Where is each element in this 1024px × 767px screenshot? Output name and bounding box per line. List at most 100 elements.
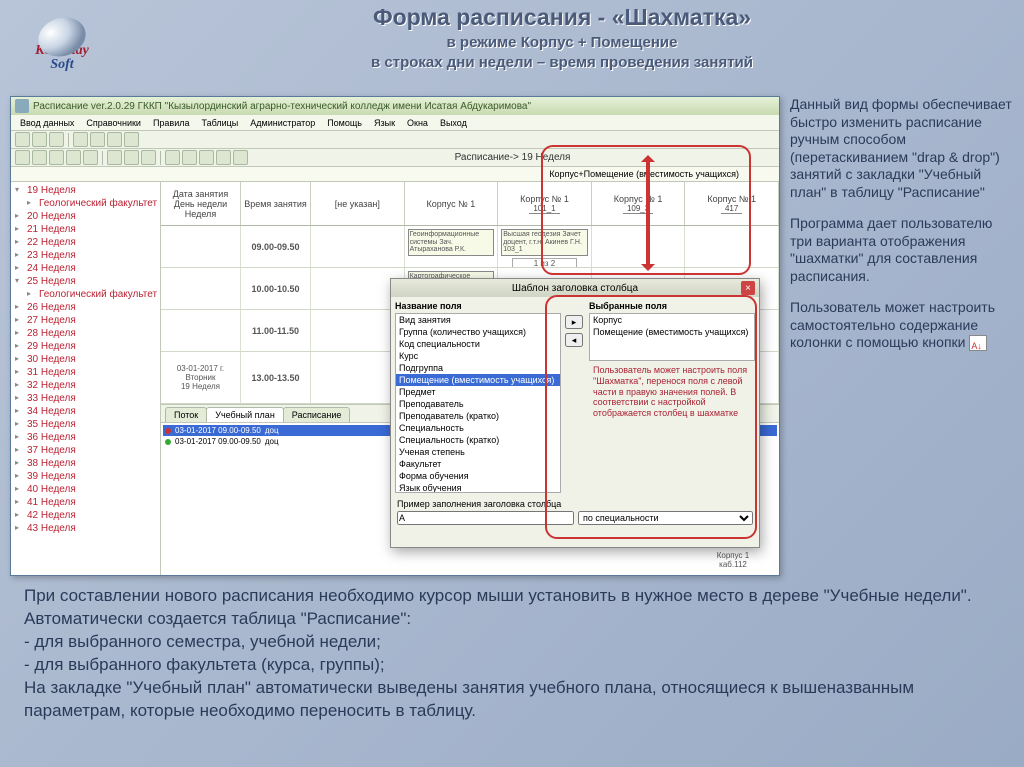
toolbar-button[interactable] [124, 132, 139, 147]
tree-item[interactable]: 34 Неделя [13, 405, 158, 418]
logo-text-2: Soft [50, 58, 73, 72]
tree-item[interactable]: 19 Неделя [13, 184, 158, 197]
schedule-cell[interactable]: Высшая геодезия Зачет доцент, г.т.н. Аки… [498, 226, 592, 267]
menu-item[interactable]: Администратор [245, 118, 320, 128]
field-option[interactable]: Подгруппа [396, 362, 560, 374]
tree-item[interactable]: 36 Неделя [13, 431, 158, 444]
menu-item[interactable]: Правила [148, 118, 195, 128]
toolbar-button[interactable] [66, 150, 81, 165]
toolbar-button[interactable] [124, 150, 139, 165]
selected-field[interactable]: Помещение (вместимость учащихся) [590, 326, 754, 338]
column-template-dialog: Шаблон заголовка столбца × Название поля… [390, 278, 760, 548]
tree-item[interactable]: 41 Неделя [13, 496, 158, 509]
field-option[interactable]: Предмет [396, 386, 560, 398]
room-column-header[interactable]: Корпус № 1 [405, 182, 499, 225]
toolbar-button[interactable] [49, 132, 64, 147]
tree-item[interactable]: 20 Неделя [13, 210, 158, 223]
field-option[interactable]: Помещение (вместимость учащихся) [396, 374, 560, 386]
tree-item[interactable]: Геологический факультет [13, 197, 158, 210]
field-option[interactable]: Язык обучения [396, 482, 560, 493]
toolbar-button[interactable] [90, 132, 105, 147]
field-option[interactable]: Код специальности [396, 338, 560, 350]
tree-item[interactable]: 29 Неделя [13, 340, 158, 353]
field-option[interactable]: Курс [396, 350, 560, 362]
room-column-header[interactable]: Корпус № 1109_3 [592, 182, 686, 225]
tab[interactable]: Учебный план [206, 407, 284, 422]
tree-item[interactable]: 27 Неделя [13, 314, 158, 327]
tree-item[interactable]: 43 Неделя [13, 522, 158, 535]
toolbar-button[interactable] [165, 150, 180, 165]
titlebar: Расписание ver.2.0.29 ГККП "Кызылординск… [11, 97, 779, 115]
field-option[interactable]: Специальность [396, 422, 560, 434]
toolbar-button[interactable] [15, 150, 30, 165]
field-option[interactable]: Преподаватель (кратко) [396, 410, 560, 422]
menu-item[interactable]: Язык [369, 118, 400, 128]
toolbar-button[interactable] [233, 150, 248, 165]
tree-item[interactable]: 30 Неделя [13, 353, 158, 366]
tree-item[interactable]: 42 Неделя [13, 509, 158, 522]
move-left-button[interactable]: ◂ [565, 333, 583, 347]
config-column-icon [969, 335, 987, 351]
sample-select[interactable]: по специальности [578, 511, 753, 525]
menu-item[interactable]: Выход [435, 118, 472, 128]
slide-title: Форма расписания - «Шахматка» [120, 4, 1004, 32]
tree-item[interactable]: 22 Неделя [13, 236, 158, 249]
sample-input[interactable] [397, 511, 574, 525]
field-option[interactable]: Форма обучения [396, 470, 560, 482]
menu-item[interactable]: Помощь [322, 118, 367, 128]
tree-item[interactable]: Геологический факультет [13, 288, 158, 301]
tree-item[interactable]: 39 Неделя [13, 470, 158, 483]
tab[interactable]: Расписание [283, 407, 351, 422]
tree-item[interactable]: 31 Неделя [13, 366, 158, 379]
menu-item[interactable]: Ввод данных [15, 118, 79, 128]
field-option[interactable]: Группа (количество учащихся) [396, 326, 560, 338]
tree-item[interactable]: 21 Неделя [13, 223, 158, 236]
move-right-button[interactable]: ▸ [565, 315, 583, 329]
schedule-cell[interactable] [592, 226, 686, 267]
toolbar-button[interactable] [107, 150, 122, 165]
menu-item[interactable]: Таблицы [197, 118, 244, 128]
tree-item[interactable]: 23 Неделя [13, 249, 158, 262]
toolbar-button[interactable] [182, 150, 197, 165]
toolbar-button[interactable] [49, 150, 64, 165]
tree-item[interactable]: 37 Неделя [13, 444, 158, 457]
room-column-header[interactable]: Корпус № 1101_1 [498, 182, 592, 225]
tree-item[interactable]: 28 Неделя [13, 327, 158, 340]
menu-item[interactable]: Окна [402, 118, 433, 128]
room-column-header[interactable]: [не указан] [311, 182, 405, 225]
toolbar-button[interactable] [199, 150, 214, 165]
tree-item[interactable]: 25 Неделя [13, 275, 158, 288]
tree-item[interactable]: 40 Неделя [13, 483, 158, 496]
tree-item[interactable]: 33 Неделя [13, 392, 158, 405]
weeks-tree[interactable]: 19 НеделяГеологический факультет20 Недел… [11, 182, 161, 575]
tree-item[interactable]: 35 Неделя [13, 418, 158, 431]
field-option[interactable]: Специальность (кратко) [396, 434, 560, 446]
menu-item[interactable]: Справочники [81, 118, 146, 128]
toolbar-button[interactable] [107, 132, 122, 147]
tab[interactable]: Поток [165, 407, 207, 422]
menubar: Ввод данныхСправочникиПравилаТаблицыАдми… [11, 115, 779, 131]
field-option[interactable]: Факультет [396, 458, 560, 470]
schedule-cell[interactable] [311, 226, 405, 267]
close-icon[interactable]: × [741, 281, 755, 295]
tree-item[interactable]: 38 Неделя [13, 457, 158, 470]
toolbar-button[interactable] [32, 150, 47, 165]
toolbar-button[interactable] [73, 132, 88, 147]
toolbar-button[interactable] [141, 150, 156, 165]
toolbar-button[interactable] [15, 132, 30, 147]
field-option[interactable]: Ученая степень [396, 446, 560, 458]
field-option[interactable]: Преподаватель [396, 398, 560, 410]
selected-field[interactable]: Корпус [590, 314, 754, 326]
field-option[interactable]: Вид занятия [396, 314, 560, 326]
room-column-header[interactable]: Корпус № 1417 [685, 182, 779, 225]
tree-item[interactable]: 24 Неделя [13, 262, 158, 275]
schedule-cell[interactable]: Геоинформационные системы Зач. Атырахано… [405, 226, 499, 267]
selected-fields-list[interactable]: КорпусПомещение (вместимость учащихся) [589, 313, 755, 361]
toolbar-button[interactable] [32, 132, 47, 147]
toolbar-button[interactable] [216, 150, 231, 165]
available-fields-list[interactable]: Вид занятияГруппа (количество учащихся)К… [395, 313, 561, 493]
toolbar-button[interactable] [83, 150, 98, 165]
tree-item[interactable]: 26 Неделя [13, 301, 158, 314]
tree-item[interactable]: 32 Неделя [13, 379, 158, 392]
schedule-cell[interactable] [685, 226, 779, 267]
